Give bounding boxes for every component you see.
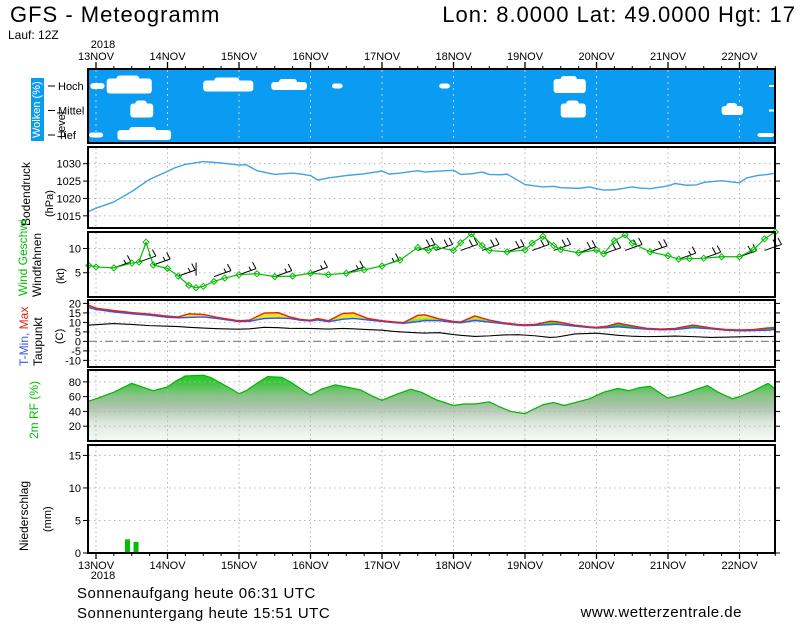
y-tick-label: 1015 [57, 211, 81, 223]
time-axis-label-bottom: 17NOV [364, 560, 401, 572]
wind-unit-label: (kt) [56, 268, 67, 284]
time-axis-label-bottom: 14NOV [149, 560, 186, 572]
tmin-label: T-Min, [17, 329, 31, 366]
time-axis-label-top: 21NOV [650, 51, 687, 63]
time-axis-label-top: 19NOV [507, 51, 544, 63]
rh-axis-label: 2m RF (%) [28, 381, 40, 439]
humidity-panel: 20 40 60 80 [69, 370, 780, 441]
pressure-panel: 1015 1020 1025 1030 [57, 147, 780, 228]
windbarb-axis-label: Windfahnen [31, 233, 43, 297]
y-tick-label: 1030 [57, 159, 81, 171]
temp-axis-label: T-Min, Max [18, 307, 30, 366]
wind-barbs [114, 238, 782, 277]
y-tick-label: 80 [69, 377, 81, 389]
y-tick-label: 5 [75, 268, 81, 280]
meteogram-page: GFS - Meteogramm Lon: 8.0000 Lat: 49.000… [0, 0, 800, 625]
y-tick-label: 1020 [57, 193, 81, 205]
time-axis-label-top: 16NOV [292, 51, 329, 63]
sunset-text: Sonnenuntergang heute 15:51 UTC [77, 605, 330, 622]
time-axis-label-top: 13NOV [78, 51, 115, 63]
y-tick-label: -10 [65, 355, 81, 367]
time-axis-label-bottom: 20NOV [578, 560, 615, 572]
y-tick-label: 1025 [57, 176, 81, 188]
pressure-unit-label: (hPa) [45, 190, 56, 217]
y-tick-label: 10 [69, 243, 81, 255]
time-axis-label-bottom: 15NOV [221, 560, 258, 572]
cloud-axis-label: Wolken (%) [31, 78, 44, 141]
precip-unit-label: (mm) [43, 506, 54, 532]
tmax-label: Max [17, 307, 31, 330]
meteogram-chart: HochMittelTief10151020102510305102015105… [0, 0, 800, 625]
time-axis-label-bottom: 16NOV [292, 560, 329, 572]
time-axis-label-top: 20NOV [578, 51, 615, 63]
y-tick-label: 0 [75, 548, 81, 560]
y-tick-label: 40 [69, 406, 81, 418]
y-tick-label: 15 [69, 450, 81, 462]
temperature-panel: 20151050-5-10 [65, 298, 780, 367]
y-tick-label: 20 [69, 421, 81, 433]
time-axis-label-bottom: 19NOV [507, 560, 544, 572]
time-axis-label-top: 17NOV [364, 51, 401, 63]
sunrise-text: Sonnenaufgang heute 06:31 UTC [77, 585, 316, 602]
cloud-level-tick-label: Hoch [58, 81, 84, 93]
website-url: www.wetterzentrale.de [581, 604, 742, 621]
year-label-bottom: 2018 [81, 570, 125, 582]
time-axis-label-bottom: 21NOV [650, 560, 687, 572]
precipitation-panel: 0 5 10 15 [69, 445, 780, 560]
wind-axis-label: Wind Geschwi. [17, 216, 29, 296]
y-tick-label: 60 [69, 392, 81, 404]
time-axis-label-top: 14NOV [149, 51, 186, 63]
time-axis-label-top: 15NOV [221, 51, 258, 63]
cloud-level-label: Level [57, 112, 68, 138]
y-tick-label: 10 [69, 483, 81, 495]
time-axis-label-top: 18NOV [435, 51, 472, 63]
time-axis-label-bottom: 22NOV [721, 560, 758, 572]
dewpoint-axis-label: Taupunkt [32, 317, 44, 366]
time-axis-label-top: 22NOV [721, 51, 758, 63]
time-axis-label-bottom: 18NOV [435, 560, 472, 572]
y-tick-label: 5 [75, 515, 81, 527]
clouds-panel: HochMittelTief [48, 69, 775, 143]
temp-unit-label: (C) [55, 329, 66, 344]
wind-panel: 5 10 [69, 229, 782, 297]
precip-axis-label: Niederschlag [18, 481, 30, 551]
